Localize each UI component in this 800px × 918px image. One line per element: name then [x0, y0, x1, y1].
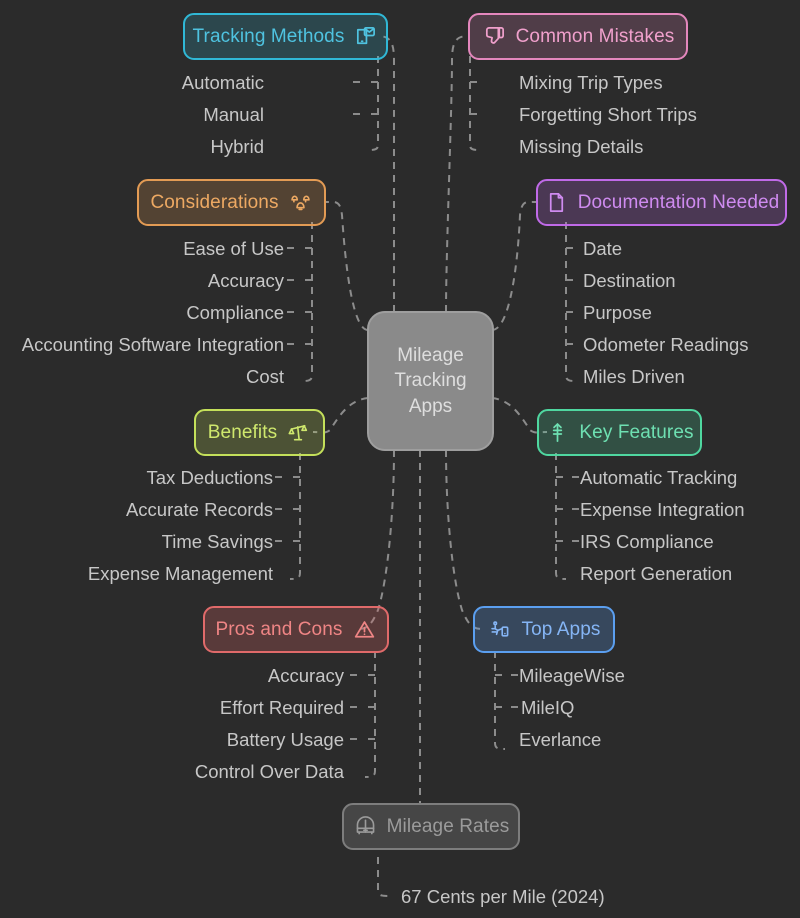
leaf-tracking-methods-0: Automatic [181, 72, 264, 93]
branch-label-documentation-needed: Documentation Needed [577, 192, 780, 213]
leaf-documentation-needed-4: Miles Driven [583, 366, 685, 387]
center-line-2: Tracking [394, 370, 467, 392]
leaf-pros-and-cons-1: Effort Required [219, 697, 344, 718]
leaf-benefits-1: Accurate Records [125, 499, 273, 520]
leaf-considerations-1: Accuracy [207, 270, 284, 291]
leaf-key-features-1: Expense Integration [580, 499, 745, 520]
arrow-anchor-icon [545, 420, 570, 445]
branch-node-benefits[interactable]: Benefits [194, 409, 325, 456]
branch-node-common-mistakes[interactable]: Common Mistakes [468, 13, 688, 60]
thumbs-down-icon [482, 24, 507, 49]
branch-node-key-features[interactable]: Key Features [537, 409, 702, 456]
branch-label-tracking-methods: Tracking Methods [192, 26, 345, 47]
leaf-considerations-2: Compliance [186, 302, 284, 323]
warning-triangle-icon [352, 617, 377, 642]
branch-label-benefits: Benefits [207, 422, 278, 443]
leaf-key-features-0: Automatic Tracking [580, 467, 738, 488]
branch-label-top-apps: Top Apps [521, 619, 601, 640]
branch-label-pros-and-cons: Pros and Cons [215, 619, 343, 640]
leaf-considerations-0: Ease of Use [183, 238, 284, 259]
branch-node-pros-and-cons[interactable]: Pros and Cons [203, 606, 389, 653]
leaf-benefits-0: Tax Deductions [146, 467, 273, 488]
mail-device-icon [353, 24, 378, 49]
leaf-documentation-needed-0: Date [583, 238, 623, 259]
scales-balance-icon [286, 420, 311, 445]
leaf-key-features-2: IRS Compliance [580, 531, 714, 552]
alarm-bells-icon [288, 190, 313, 215]
leaf-documentation-needed-3: Odometer Readings [583, 334, 749, 355]
branch-node-tracking-methods[interactable]: Tracking Methods [183, 13, 388, 60]
leaf-mileage-rates-0: 67 Cents per Mile (2024) [401, 886, 605, 907]
leaf-considerations-4: Cost [245, 366, 284, 387]
connector-edges [272, 35, 582, 897]
leaf-top-apps-1: MileIQ [521, 697, 575, 718]
center-line-3: Apps [408, 395, 453, 417]
branch-node-considerations[interactable]: Considerations [137, 179, 326, 226]
leaf-documentation-needed-1: Destination [583, 270, 676, 291]
briefcase-icon [353, 814, 378, 839]
leaf-pros-and-cons-0: Accuracy [267, 665, 344, 686]
leaf-tracking-methods-1: Manual [203, 104, 264, 125]
leaf-top-apps-0: MileageWise [519, 665, 625, 686]
branch-label-key-features: Key Features [579, 422, 694, 443]
branch-node-documentation-needed[interactable]: Documentation Needed [536, 179, 787, 226]
branch-node-mileage-rates[interactable]: Mileage Rates [342, 803, 520, 850]
leaf-key-features-3: Report Generation [580, 563, 733, 584]
mindmap-canvas: Mileage Tracking Apps Tracking Methods A… [0, 0, 800, 918]
mobile-app-icon [488, 617, 513, 642]
leaf-documentation-needed-2: Purpose [583, 302, 652, 323]
leaf-tracking-methods-2: Hybrid [210, 136, 264, 157]
branch-label-common-mistakes: Common Mistakes [515, 26, 675, 47]
leaf-pros-and-cons-3: Control Over Data [194, 761, 344, 782]
branch-label-mileage-rates: Mileage Rates [386, 816, 510, 837]
leaf-pros-and-cons-2: Battery Usage [226, 729, 344, 750]
leaf-benefits-2: Time Savings [161, 531, 273, 552]
leaf-common-mistakes-1: Forgetting Short Trips [519, 104, 697, 125]
center-line-1: Mileage [397, 345, 464, 367]
branch-node-top-apps[interactable]: Top Apps [473, 606, 615, 653]
leaf-common-mistakes-2: Missing Details [519, 136, 644, 157]
leaf-benefits-3: Expense Management [87, 563, 273, 584]
branch-label-considerations: Considerations [150, 192, 279, 213]
leaf-top-apps-2: Everlance [519, 729, 602, 750]
document-page-icon [544, 190, 569, 215]
leaf-considerations-3: Accounting Software Integration [21, 334, 284, 355]
leaf-common-mistakes-0: Mixing Trip Types [519, 72, 663, 93]
center-node[interactable]: Mileage Tracking Apps [367, 311, 494, 451]
